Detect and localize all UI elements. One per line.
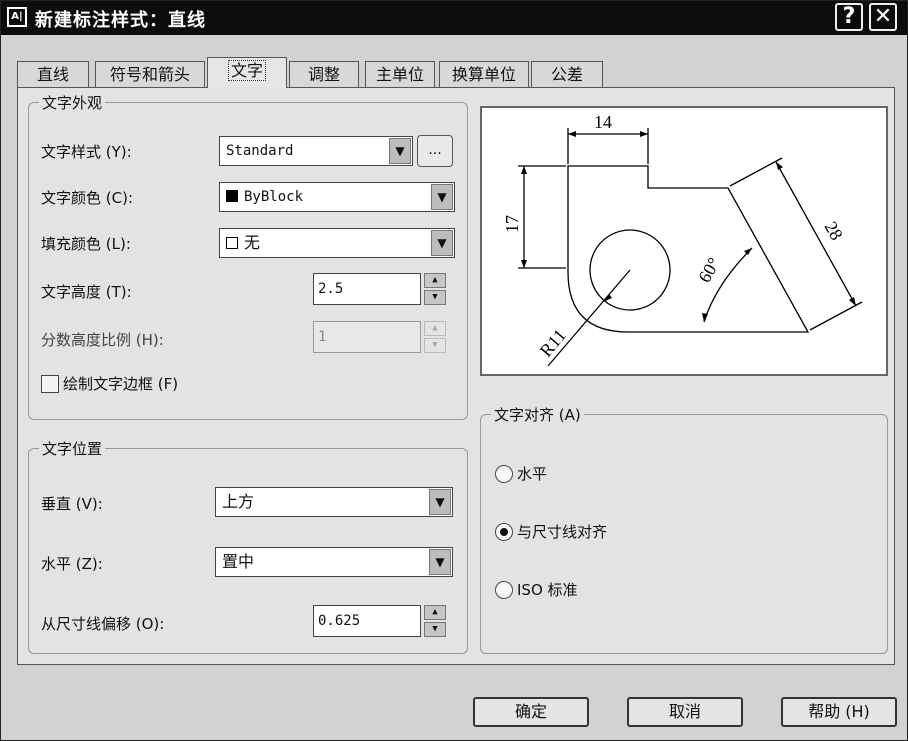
dim-label-slant: 28	[821, 218, 847, 244]
radio-iso-label: ISO 标准	[517, 581, 578, 599]
radio-aligned-with-dimension-line[interactable]	[495, 523, 513, 541]
radio-horizontal[interactable]	[495, 465, 513, 483]
tab-fit[interactable]: 调整	[289, 61, 359, 87]
chevron-down-icon[interactable]: ▼	[429, 549, 451, 575]
radio-aligned-label: 与尺寸线对齐	[517, 523, 608, 541]
text-alignment-group: 文字对齐 (A) 水平 与尺寸线对齐 ISO 标准	[480, 404, 888, 654]
title-bar: A| 新建标注样式：直线 ? ✕	[1, 1, 907, 35]
spin-arrows-icon[interactable]: ▲ ▼	[424, 605, 446, 637]
text-color-select[interactable]: ByBlock ▼	[219, 182, 455, 212]
draw-frame-checkbox[interactable]	[41, 375, 59, 393]
dialog-window: A| 新建标注样式：直线 ? ✕ 直线 符号和箭头 文字 调整 主单位 换算单位…	[0, 0, 908, 741]
text-placement-title: 文字位置	[39, 438, 106, 459]
text-height-label: 文字高度 (T):	[41, 283, 132, 301]
horizontal-position-select[interactable]: 置中 ▼	[215, 547, 453, 577]
text-placement-group: 文字位置 垂直 (V): 上方 ▼ 水平 (Z): 置中 ▼ 从尺寸线偏移 (O…	[28, 438, 468, 654]
tab-page-text: 文字外观 文字样式 (Y): Standard ▼ ... 文字颜色 (C): …	[17, 87, 895, 665]
text-style-browse-button[interactable]: ...	[417, 135, 453, 167]
text-style-label: 文字样式 (Y):	[41, 143, 132, 161]
preview-drawing: 14 17 28 60° R11	[502, 112, 863, 367]
spin-arrows-icon: ▲ ▼	[424, 321, 446, 353]
spin-arrows-icon[interactable]: ▲ ▼	[424, 273, 446, 305]
offset-label: 从尺寸线偏移 (O):	[41, 615, 165, 633]
dim-label-left: 17	[502, 215, 522, 233]
fill-color-label: 填充颜色 (L):	[41, 235, 131, 253]
dim-label-radius: R11	[536, 325, 570, 360]
cancel-button[interactable]: 取消	[627, 697, 743, 727]
color-swatch-black	[226, 190, 238, 202]
text-color-label: 文字颜色 (C):	[41, 189, 133, 207]
offset-input[interactable]: 0.625 ▲ ▼	[313, 605, 446, 637]
help-title-button[interactable]: ?	[835, 3, 863, 31]
tab-symbols-arrows[interactable]: 符号和箭头	[95, 61, 205, 87]
dim-label-top: 14	[594, 112, 612, 132]
ok-button[interactable]: 确定	[473, 697, 589, 727]
tab-alternate-units[interactable]: 换算单位	[439, 61, 529, 87]
dim-label-angle: 60°	[694, 254, 724, 286]
autocad-app-icon: A|	[7, 7, 27, 27]
text-style-select[interactable]: Standard ▼	[219, 136, 413, 166]
tab-primary-units[interactable]: 主单位	[365, 61, 435, 87]
vertical-position-select[interactable]: 上方 ▼	[215, 487, 453, 517]
help-button[interactable]: 帮助 (H)	[781, 697, 897, 727]
fraction-height-scale-label: 分数高度比例 (H):	[41, 331, 164, 349]
dimension-preview: 14 17 28 60° R11	[480, 106, 888, 376]
text-alignment-title: 文字对齐 (A)	[491, 404, 584, 425]
dialog-title: 新建标注样式：直线	[35, 10, 206, 31]
color-swatch-none	[226, 237, 238, 249]
radio-iso-standard[interactable]	[495, 581, 513, 599]
chevron-down-icon[interactable]: ▼	[429, 489, 451, 515]
chevron-down-icon[interactable]: ▼	[389, 138, 411, 164]
tab-tolerances[interactable]: 公差	[531, 61, 603, 87]
text-appearance-title: 文字外观	[39, 92, 106, 113]
draw-frame-label: 绘制文字边框 (F)	[63, 375, 179, 393]
fraction-height-scale-input: 1 ▲ ▼	[313, 321, 446, 353]
part-outline	[567, 165, 810, 333]
chevron-down-icon[interactable]: ▼	[431, 230, 453, 256]
chevron-down-icon[interactable]: ▼	[431, 184, 453, 210]
radio-horizontal-label: 水平	[517, 465, 548, 483]
fill-color-select[interactable]: 无 ▼	[219, 228, 455, 258]
horizontal-label: 水平 (Z):	[41, 555, 103, 573]
tab-lines[interactable]: 直线	[17, 61, 89, 87]
close-button[interactable]: ✕	[869, 3, 897, 31]
text-appearance-group: 文字外观 文字样式 (Y): Standard ▼ ... 文字颜色 (C): …	[28, 92, 468, 420]
text-height-input[interactable]: 2.5 ▲ ▼	[313, 273, 446, 305]
tab-text[interactable]: 文字	[207, 57, 287, 88]
vertical-label: 垂直 (V):	[41, 495, 103, 513]
